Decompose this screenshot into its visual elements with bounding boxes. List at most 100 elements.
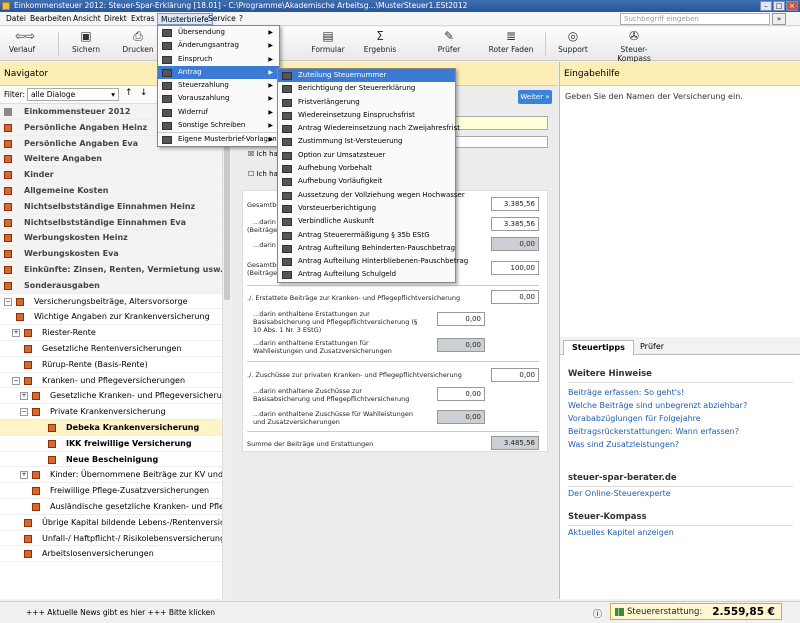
antrag-menu-item[interactable]: Wiedereinsetzung Einspruchsfrist [278,109,455,122]
tab-steuertipps[interactable]: Steuertipps [563,340,634,355]
navigator-item[interactable]: Einkünfte: Zinsen, Renten, Vermietung us… [0,261,230,278]
navigator-item[interactable]: Nichtselbstständige Einnahmen Eva [0,214,230,231]
ergebnis-button[interactable]: Σ Ergebnis [360,29,400,54]
menu-datei[interactable]: Datei [3,13,29,25]
navigator-item[interactable]: Werbungskosten Heinz [0,230,230,247]
roter-faden-button[interactable]: ≣ Roter Faden [488,29,534,54]
gesamt-input[interactable]: 3.385,56 [491,197,539,211]
antrag-menu-item[interactable]: Zustimmung Ist-Versteuerung [278,135,455,148]
filter-select[interactable]: alle Dialoge [27,88,119,101]
expand-toggle-icon[interactable]: − [4,297,12,306]
tab-pruefer[interactable]: Prüfer [632,340,672,355]
menu-extras[interactable]: Extras [128,13,158,25]
search-input[interactable]: Suchbegriff eingeben [620,13,770,25]
navigator-item[interactable]: + Riester-Rente [0,325,230,341]
support-button[interactable]: ◎ Support [555,29,591,54]
antrag-menu-item[interactable]: Aufhebung Vorläufigkeit [278,175,455,188]
navigator-item[interactable]: Werbungskosten Eva [0,246,230,262]
antrag-menu-item[interactable]: Berichtigung der Steuererklärung [278,82,455,95]
musterbriefe-menu-item[interactable]: Übersendung ▶ [158,26,279,39]
drucken-button[interactable]: ⎙ Drucken [120,29,156,54]
zuschuesse-input[interactable]: 0,00 [491,368,539,382]
navigator-item[interactable]: + Kinder: Übernommene Beiträge zur KV und… [0,467,230,484]
menu-service[interactable]: Service [205,13,239,25]
antrag-menu-item[interactable]: Option zur Umsatzsteuer [278,149,455,162]
navigator-item[interactable]: Unfall-/ Haftpflicht-/ Risikolebensversi… [0,531,230,547]
zbasis-input[interactable]: 0,00 [437,387,485,401]
navigator-item[interactable]: Debeka Krankenversicherung [0,419,230,436]
berater-link[interactable]: Der Online-Steuerexperte [568,489,671,498]
antrag-menu-item[interactable]: Antrag Wiedereinsetzung nach Zweijahresf… [278,122,460,135]
navigator-item[interactable]: Rürup-Rente (Basis-Rente) [0,357,230,373]
navigator-item[interactable]: Freiwillige Pflege-Zusatzversicherungen [0,483,230,499]
antrag-menu-item[interactable]: Zuteilung Steuernummer [278,69,455,83]
navigator-item[interactable]: IKK freiwillige Versicherung [0,436,230,452]
antrag-menu-item[interactable]: Antrag Steuerermäßigung § 35b EStG [278,229,455,242]
insurance-select[interactable] [454,136,548,148]
antrag-menu-item[interactable]: Fristverlängerung [278,96,455,109]
navigator-item[interactable]: − Kranken- und Pflegeversicherungen [0,373,230,389]
navigator-item[interactable]: Ausländische gesetzliche Kranken- und Pf… [0,499,230,515]
weiter-button[interactable]: Weiter » [518,90,552,104]
search-button[interactable]: » [772,13,786,25]
musterbriefe-menu-item[interactable]: Änderungsantrag ▶ [158,39,279,52]
tip-link[interactable]: Was sind Zusatzleistungen? [568,440,679,449]
verlauf-button[interactable]: ⇦⇨ Verlauf [4,29,40,54]
expand-toggle-icon[interactable]: − [12,376,20,385]
insurance-name-input[interactable] [454,116,548,130]
navigator-item[interactable]: Arbeitslosenversicherungen [0,546,230,563]
musterbriefe-menu-item[interactable]: Sonstige Schreiben ▶ [158,119,279,132]
menu-direkt[interactable]: Direkt [101,13,130,25]
antrag-menu-item[interactable]: Vorsteuerberichtigung [278,202,455,215]
navigator-item[interactable]: Kinder [0,167,230,183]
expand-toggle-icon[interactable]: − [20,408,28,417]
navigator-item[interactable]: + Gesetzliche Kranken- und Pflegeversiche… [0,388,230,405]
sichern-button[interactable]: ▣ Sichern [70,29,102,54]
tip-link[interactable]: Vorababzüglungen für Folgejahre [568,414,701,423]
antrag-menu-item[interactable]: Aufhebung Vorbehalt [278,162,455,175]
expand-toggle-icon[interactable]: + [20,471,28,480]
arrow-up-icon[interactable]: ↑ [125,88,133,98]
news-ticker[interactable]: +++ Aktuelle News gibt es hier +++ Bitte… [26,608,215,617]
antrag-menu-item[interactable]: Antrag Aufteilung Hinterbliebenen-Pausch… [278,255,468,268]
tip-link[interactable]: Welche Beiträge sind unbegrenzt abziehba… [568,401,747,410]
menu-help[interactable]: ? [236,13,246,25]
erstattete-input[interactable]: 0,00 [491,290,539,304]
antrag-menu-item[interactable]: Verbindliche Auskunft [278,215,455,228]
navigator-item[interactable]: Wichtige Angaben zur Krankenversicherung [0,309,230,326]
arrow-down-icon[interactable]: ↓ [140,88,148,98]
kompass-link[interactable]: Aktuelles Kapitel anzeigen [568,528,674,537]
kompass-button[interactable]: ✇ Steuer-Kompass [604,29,664,63]
basis-input[interactable]: 0,00 [437,312,485,326]
darin1-input[interactable]: 3.385,56 [491,217,539,231]
navigator-item[interactable]: − Private Krankenversicherung [0,404,230,420]
menu-bearbeiten[interactable]: Bearbeiten [27,13,74,25]
expand-toggle-icon[interactable]: + [20,392,28,401]
musterbriefe-menu-item[interactable]: Eigene Musterbrief-Vorlagen ▶ [158,132,279,145]
musterbriefe-menu-item[interactable]: Antrag ▶ [158,65,279,80]
navigator-item[interactable]: − Versicherungsbeiträge, Altersvorsorge [0,294,230,310]
antrag-menu-item[interactable]: Aussetzung der Vollziehung wegen Hochwas… [278,189,465,202]
menu-ansicht[interactable]: Ansicht [70,13,104,25]
expand-toggle-icon[interactable]: + [12,329,20,338]
musterbriefe-menu-item[interactable]: Steuerzahlung ▶ [158,79,279,92]
antrag-menu-item[interactable]: Antrag Aufteilung Behinderten-Pauschbetr… [278,242,455,255]
tip-link[interactable]: Beitragsrückerstattungen: Wann erfassen? [568,427,739,436]
musterbriefe-menu-item[interactable]: Einspruch ▶ [158,53,279,66]
navigator-item[interactable]: Allgemeine Kosten [0,182,230,199]
navigator-item[interactable]: Nichtselbstständige Einnahmen Heinz [0,198,230,215]
navigator-scrollbar[interactable] [222,106,231,599]
checkbox-1[interactable]: ☒ Ich ha [248,150,278,158]
close-icon[interactable]: × [786,1,798,11]
navigator-item[interactable]: Sonderausgaben [0,277,230,294]
checkbox-2[interactable]: ☐ Ich ha [248,170,278,178]
gesamt2-input[interactable]: 100,00 [491,261,539,275]
tip-link[interactable]: Beiträge erfassen: So geht's! [568,388,684,397]
navigator-item[interactable]: Neue Bescheinigung [0,452,230,468]
navigator-item[interactable]: Übrige Kapital bildende Lebens-/Rentenve… [0,515,230,531]
pruefer-button[interactable]: ✎ Prüfer [433,29,465,54]
formular-button[interactable]: ▤ Formular [310,29,346,54]
navigator-item[interactable]: Gesetzliche Rentenversicherungen [0,341,230,357]
navigator-item[interactable]: Weitere Angaben [0,151,230,168]
musterbriefe-menu-item[interactable]: Widerruf ▶ [158,106,279,119]
